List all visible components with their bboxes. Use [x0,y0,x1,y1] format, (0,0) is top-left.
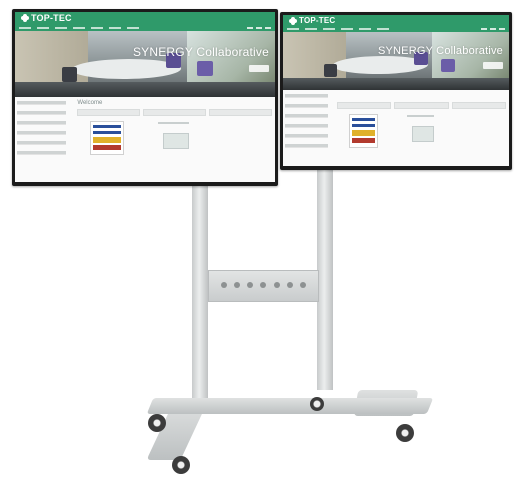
promo-cover [348,114,378,149]
hero-title: SYNERGY Collaborative [377,44,503,57]
caster-wheel-icon [172,456,190,474]
site-header: TOP-TEC [283,15,509,32]
hero-banner: SYNERGY Collaborative [283,31,509,91]
thumbnail-caption [407,115,435,118]
monitor-left-screen: TOP-TEC SYNERGY Collaborative Welcome [15,12,275,182]
monitor-left: TOP-TEC SYNERGY Collaborative Welcome [12,9,278,186]
site-header: TOP-TEC [15,12,275,31]
caster-wheel-icon [148,414,166,432]
hero-banner: SYNERGY Collaborative [15,30,275,97]
content-tabs [337,102,506,110]
hero-title: SYNERGY Collaborative [132,45,269,60]
hero-button [483,62,503,70]
site-nav-right [481,27,505,30]
side-menu [285,94,328,154]
welcome-heading: Welcome [77,99,103,106]
clover-icon [289,16,297,25]
site-content: Welcome [15,96,275,182]
site-logo: TOP-TEC [289,16,335,25]
thumbnail-image [411,126,435,143]
site-content [283,90,509,166]
promo-cover [90,120,124,155]
caster-wheel-icon [396,424,414,442]
stand-crossbar [208,270,319,302]
clover-icon [21,14,29,22]
logo-text: TOP-TEC [31,13,72,23]
site-logo: TOP-TEC [21,13,72,23]
thumbnail-caption [158,121,190,124]
hero-button [249,65,269,73]
caster-wheel-icon [310,397,324,411]
thumbnail-image [163,132,189,149]
logo-text: TOP-TEC [299,16,336,25]
product-photo: TOP-TEC SYNERGY Collaborative Welcome TO… [0,0,516,477]
stand-pole-right [317,168,333,390]
stand-base-crossmember [146,398,434,414]
content-tabs [77,108,273,116]
stand-pole-left [192,180,208,410]
monitor-right-screen: TOP-TEC SYNERGY Collaborative [283,15,509,166]
crossbar-holes [221,282,306,288]
side-menu [17,100,67,161]
site-nav-right [247,26,271,29]
monitor-right: TOP-TEC SYNERGY Collaborative [280,12,512,170]
